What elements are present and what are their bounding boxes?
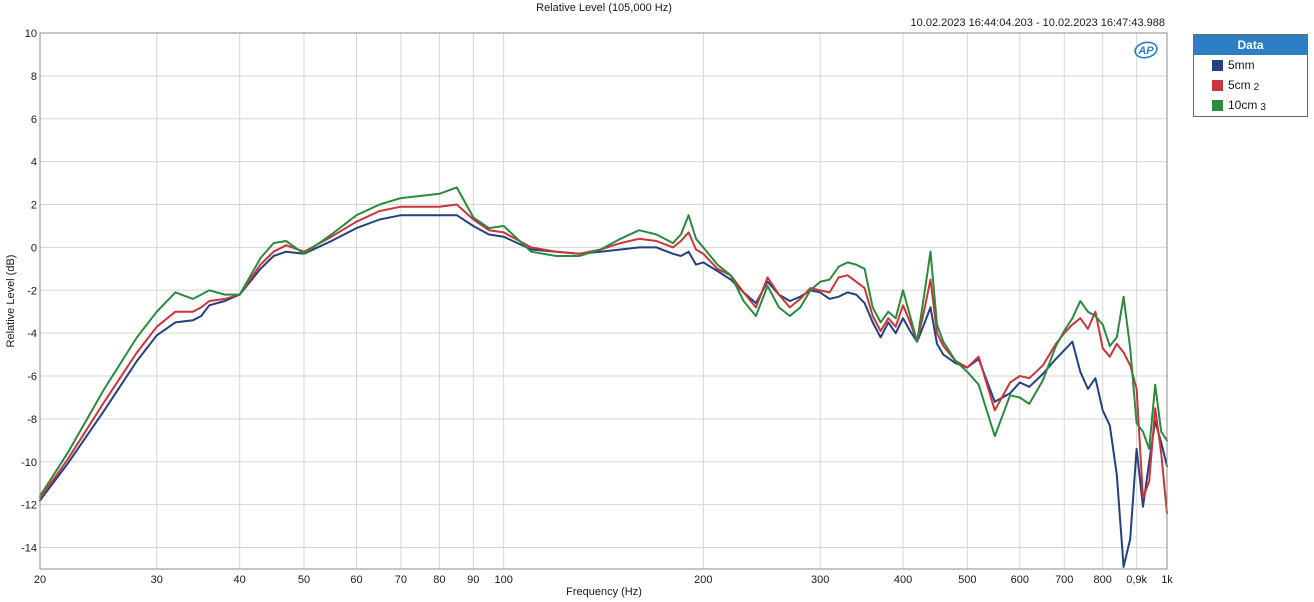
legend-item-5cm[interactable]: 5cm 2 xyxy=(1194,75,1307,95)
y-tick-label: 6 xyxy=(31,114,37,126)
legend-swatch-5mm xyxy=(1212,59,1223,71)
legend-index-3: 3 xyxy=(1260,101,1266,113)
x-tick-label: 800 xyxy=(1094,574,1112,586)
series-layer xyxy=(39,186,1168,568)
x-tick-label: 500 xyxy=(958,574,976,586)
x-axis-ticks: 20 30 40 50 60 70 80 90 100 200 300 400 500 600 700 800… xyxy=(34,574,1173,586)
x-tick-label: 20 xyxy=(34,574,46,586)
x-tick-label: 1k xyxy=(1161,574,1173,586)
legend: Data 5mm 5cm 2 10cm 3 xyxy=(1193,34,1308,117)
y-axis-ticks: 10 8 6 4 2 0 -2 -4 -6 -8 -10 -12 -14 xyxy=(21,28,37,555)
x-tick-label: 200 xyxy=(694,574,712,586)
series-line-10cm xyxy=(39,186,1168,498)
y-tick-label: 8 xyxy=(31,71,37,83)
y-tick-label: -12 xyxy=(21,500,37,512)
x-tick-label: 400 xyxy=(894,574,912,586)
legend-swatch-5cm xyxy=(1212,79,1223,91)
legend-label-5cm: 5cm xyxy=(1228,78,1251,92)
legend-item-5mm[interactable]: 5mm xyxy=(1194,55,1307,75)
legend-title: Data xyxy=(1194,35,1307,55)
x-tick-label: 90 xyxy=(467,574,479,586)
series-line-5mm xyxy=(39,214,1168,568)
legend-item-10cm[interactable]: 10cm 3 xyxy=(1194,95,1307,115)
y-tick-label: 4 xyxy=(31,157,37,169)
svg-text:AP: AP xyxy=(1137,45,1154,57)
x-tick-label: 0,9k xyxy=(1126,574,1147,586)
y-tick-label: 10 xyxy=(25,28,37,40)
y-tick-label: 0 xyxy=(31,242,37,254)
x-tick-label: 80 xyxy=(433,574,445,586)
x-tick-label: 700 xyxy=(1055,574,1073,586)
y-tick-label: -4 xyxy=(27,328,37,340)
chart-timestamp: 10.02.2023 16:44:04.203 - 10.02.2023 16:… xyxy=(911,17,1165,29)
x-axis-label: Frequency (Hz) xyxy=(566,586,642,598)
legend-swatch-10cm xyxy=(1212,99,1223,111)
y-tick-label: -10 xyxy=(21,457,37,469)
x-tick-label: 30 xyxy=(151,574,163,586)
x-tick-label: 300 xyxy=(811,574,829,586)
y-axis-label: Relative Level (dB) xyxy=(5,255,17,348)
chart-svg: Relative Level (105,000 Hz) 10.02.2023 1… xyxy=(5,2,1173,598)
ap-logo-icon: AP xyxy=(1134,41,1158,59)
legend-label-10cm: 10cm xyxy=(1228,98,1258,112)
x-tick-label: 600 xyxy=(1011,574,1029,586)
y-tick-label: 2 xyxy=(31,200,37,212)
y-tick-label: -14 xyxy=(21,543,37,555)
y-tick-label: -6 xyxy=(27,371,37,383)
x-tick-label: 60 xyxy=(350,574,362,586)
x-tick-label: 50 xyxy=(298,574,310,586)
x-tick-label: 70 xyxy=(395,574,407,586)
x-tick-label: 40 xyxy=(234,574,246,586)
chart-title: Relative Level (105,000 Hz) xyxy=(536,2,672,14)
y-tick-label: -8 xyxy=(27,414,37,426)
legend-label-5mm: 5mm xyxy=(1228,58,1255,72)
x-tick-label: 100 xyxy=(494,574,512,586)
legend-index-2: 2 xyxy=(1253,81,1260,93)
y-tick-label: -2 xyxy=(27,285,37,297)
